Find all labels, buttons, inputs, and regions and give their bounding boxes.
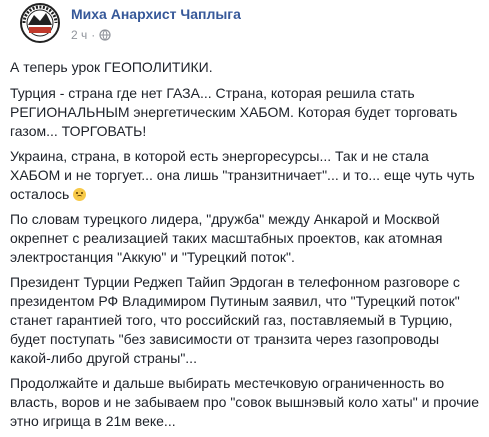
post-paragraph-6: Продолжайте и дальше выбирать местечкову…: [10, 375, 480, 429]
sad-face-emoji-icon: [73, 188, 87, 201]
post-paragraph-1: А теперь урок ГЕОПОЛИТИКИ.: [10, 59, 213, 75]
post-paragraph-3: Украина, страна, в которой есть энергоре…: [10, 147, 480, 204]
post-paragraph-5: Президент Турции Реджеп Тайип Эрдоган в …: [10, 274, 460, 366]
post-meta: 2 ч ·: [71, 28, 111, 42]
author-name-link[interactable]: Миха Анархист Чаплыга: [71, 6, 241, 22]
post-paragraph-4: По словам турецкого лидера, "дружба" меж…: [10, 211, 443, 265]
avatar[interactable]: [20, 3, 60, 43]
avatar-logo-icon: [20, 3, 60, 43]
facebook-post: Миха Анархист Чаплыга 2 ч · А теперь уро…: [0, 0, 489, 430]
meta-separator: ·: [91, 28, 96, 42]
post-body: А теперь урок ГЕОПОЛИТИКИ. Турция - стра…: [10, 58, 480, 437]
post-header: Миха Анархист Чаплыга 2 ч ·: [10, 0, 479, 50]
post-paragraph-2: Турция - страна где нет ГАЗА... Страна, …: [10, 85, 458, 139]
globe-icon[interactable]: [99, 29, 111, 41]
post-time[interactable]: 2 ч: [71, 28, 87, 42]
